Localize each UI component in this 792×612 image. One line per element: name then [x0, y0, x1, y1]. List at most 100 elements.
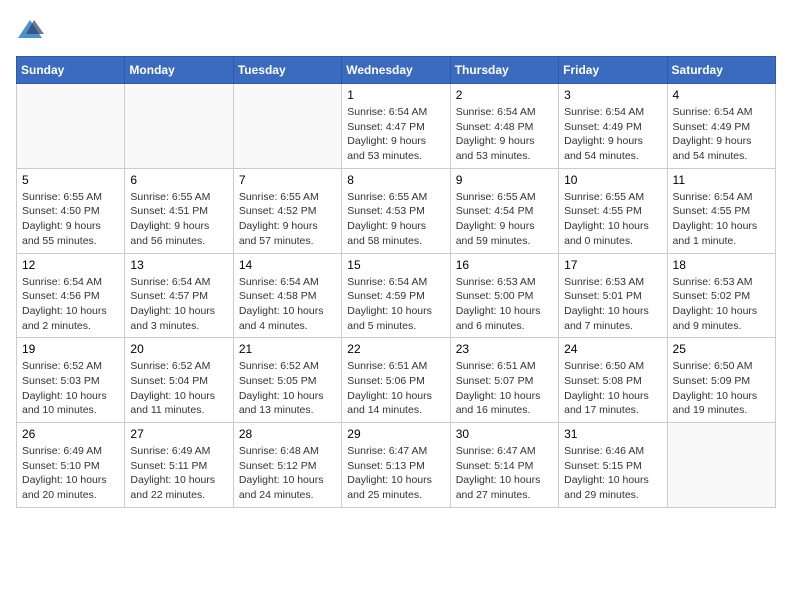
- day-info: Sunrise: 6:55 AM Sunset: 4:52 PM Dayligh…: [239, 190, 336, 249]
- day-info: Sunrise: 6:54 AM Sunset: 4:49 PM Dayligh…: [673, 105, 770, 164]
- calendar-week-row: 1Sunrise: 6:54 AM Sunset: 4:47 PM Daylig…: [17, 84, 776, 169]
- day-number: 8: [347, 173, 444, 187]
- calendar-cell: 2 Sunrise: 6:54 AM Sunset: 4:48 PM Daylig…: [450, 84, 558, 169]
- day-info: Sunrise: 6:48 AM Sunset: 5:12 PM Dayligh…: [239, 444, 336, 503]
- day-info: Sunrise: 6:51 AM Sunset: 5:06 PM Dayligh…: [347, 359, 444, 418]
- day-number: 6: [130, 173, 227, 187]
- day-info: Sunrise: 6:54 AM Sunset: 4:55 PM Dayligh…: [673, 190, 770, 249]
- calendar-day-header: Tuesday: [233, 57, 341, 84]
- calendar-week-row: 5 Sunrise: 6:55 AM Sunset: 4:50 PM Daylig…: [17, 168, 776, 253]
- day-info: Sunrise: 6:51 AM Sunset: 5:07 PM Dayligh…: [456, 359, 553, 418]
- calendar-cell: 22 Sunrise: 6:51 AM Sunset: 5:06 PM Dayli…: [342, 338, 450, 423]
- calendar-cell: 20 Sunrise: 6:52 AM Sunset: 5:04 PM Dayli…: [125, 338, 233, 423]
- calendar-cell: 15 Sunrise: 6:54 AM Sunset: 4:59 PM Dayli…: [342, 253, 450, 338]
- calendar-day-header: Sunday: [17, 57, 125, 84]
- day-number: 12: [22, 258, 119, 272]
- day-number: 9: [456, 173, 553, 187]
- calendar-cell: 16 Sunrise: 6:53 AM Sunset: 5:00 PM Dayli…: [450, 253, 558, 338]
- calendar-cell: 31Sunrise: 6:46 AM Sunset: 5:15 PM Dayli…: [559, 423, 667, 508]
- calendar-day-header: Saturday: [667, 57, 775, 84]
- day-info: Sunrise: 6:54 AM Sunset: 4:59 PM Dayligh…: [347, 275, 444, 334]
- day-info: Sunrise: 6:55 AM Sunset: 4:53 PM Dayligh…: [347, 190, 444, 249]
- day-info: Sunrise: 6:55 AM Sunset: 4:50 PM Dayligh…: [22, 190, 119, 249]
- calendar-cell: 21 Sunrise: 6:52 AM Sunset: 5:05 PM Dayli…: [233, 338, 341, 423]
- calendar-cell: [17, 84, 125, 169]
- day-number: 3: [564, 88, 661, 102]
- day-number: 16: [456, 258, 553, 272]
- calendar-week-row: 12 Sunrise: 6:54 AM Sunset: 4:56 PM Dayli…: [17, 253, 776, 338]
- calendar-cell: [233, 84, 341, 169]
- calendar-week-row: 26Sunrise: 6:49 AM Sunset: 5:10 PM Dayli…: [17, 423, 776, 508]
- calendar-cell: 30 Sunrise: 6:47 AM Sunset: 5:14 PM Dayli…: [450, 423, 558, 508]
- calendar-cell: 19 Sunrise: 6:52 AM Sunset: 5:03 PM Dayli…: [17, 338, 125, 423]
- day-info: Sunrise: 6:52 AM Sunset: 5:03 PM Dayligh…: [22, 359, 119, 418]
- day-info: Sunrise: 6:52 AM Sunset: 5:05 PM Dayligh…: [239, 359, 336, 418]
- day-number: 11: [673, 173, 770, 187]
- day-number: 24: [564, 342, 661, 356]
- calendar-cell: 25 Sunrise: 6:50 AM Sunset: 5:09 PM Dayli…: [667, 338, 775, 423]
- day-info: Sunrise: 6:53 AM Sunset: 5:00 PM Dayligh…: [456, 275, 553, 334]
- day-number: 26: [22, 427, 119, 441]
- day-info: Sunrise: 6:54 AM Sunset: 4:49 PM Dayligh…: [564, 105, 661, 164]
- calendar-cell: 7 Sunrise: 6:55 AM Sunset: 4:52 PM Daylig…: [233, 168, 341, 253]
- calendar-cell: 26Sunrise: 6:49 AM Sunset: 5:10 PM Dayli…: [17, 423, 125, 508]
- day-info: Sunrise: 6:50 AM Sunset: 5:09 PM Dayligh…: [673, 359, 770, 418]
- calendar-cell: 10 Sunrise: 6:55 AM Sunset: 4:55 PM Dayli…: [559, 168, 667, 253]
- day-number: 15: [347, 258, 444, 272]
- calendar-cell: 14 Sunrise: 6:54 AM Sunset: 4:58 PM Dayli…: [233, 253, 341, 338]
- calendar-cell: 27Sunrise: 6:49 AM Sunset: 5:11 PM Dayli…: [125, 423, 233, 508]
- day-number: 27: [130, 427, 227, 441]
- calendar-day-header: Friday: [559, 57, 667, 84]
- calendar-cell: [667, 423, 775, 508]
- day-number: 30: [456, 427, 553, 441]
- calendar-day-header: Wednesday: [342, 57, 450, 84]
- day-number: 22: [347, 342, 444, 356]
- day-info: Sunrise: 6:47 AM Sunset: 5:14 PM Dayligh…: [456, 444, 553, 503]
- calendar-cell: 11 Sunrise: 6:54 AM Sunset: 4:55 PM Dayli…: [667, 168, 775, 253]
- calendar-cell: 23 Sunrise: 6:51 AM Sunset: 5:07 PM Dayli…: [450, 338, 558, 423]
- day-info: Sunrise: 6:54 AM Sunset: 4:58 PM Dayligh…: [239, 275, 336, 334]
- calendar-cell: 18 Sunrise: 6:53 AM Sunset: 5:02 PM Dayli…: [667, 253, 775, 338]
- day-number: 2: [456, 88, 553, 102]
- day-number: 28: [239, 427, 336, 441]
- day-number: 29: [347, 427, 444, 441]
- day-number: 20: [130, 342, 227, 356]
- day-info: Sunrise: 6:55 AM Sunset: 4:51 PM Dayligh…: [130, 190, 227, 249]
- calendar-cell: 12 Sunrise: 6:54 AM Sunset: 4:56 PM Dayli…: [17, 253, 125, 338]
- day-number: 14: [239, 258, 336, 272]
- calendar-cell: 9 Sunrise: 6:55 AM Sunset: 4:54 PM Daylig…: [450, 168, 558, 253]
- calendar-cell: 28 Sunrise: 6:48 AM Sunset: 5:12 PM Dayli…: [233, 423, 341, 508]
- day-number: 13: [130, 258, 227, 272]
- day-info: Sunrise: 6:55 AM Sunset: 4:55 PM Dayligh…: [564, 190, 661, 249]
- calendar-cell: 3 Sunrise: 6:54 AM Sunset: 4:49 PM Daylig…: [559, 84, 667, 169]
- logo-icon: [16, 16, 44, 44]
- day-number: 25: [673, 342, 770, 356]
- calendar-cell: 17 Sunrise: 6:53 AM Sunset: 5:01 PM Dayli…: [559, 253, 667, 338]
- calendar-cell: 5 Sunrise: 6:55 AM Sunset: 4:50 PM Daylig…: [17, 168, 125, 253]
- day-number: 21: [239, 342, 336, 356]
- day-info: Sunrise: 6:54 AM Sunset: 4:56 PM Dayligh…: [22, 275, 119, 334]
- day-number: 17: [564, 258, 661, 272]
- calendar-table: SundayMondayTuesdayWednesdayThursdayFrid…: [16, 56, 776, 508]
- day-number: 10: [564, 173, 661, 187]
- calendar-cell: [125, 84, 233, 169]
- page-header: [16, 16, 776, 44]
- calendar-cell: 6 Sunrise: 6:55 AM Sunset: 4:51 PM Daylig…: [125, 168, 233, 253]
- day-number: 7: [239, 173, 336, 187]
- day-info: Sunrise: 6:50 AM Sunset: 5:08 PM Dayligh…: [564, 359, 661, 418]
- day-info: Sunrise: 6:52 AM Sunset: 5:04 PM Dayligh…: [130, 359, 227, 418]
- day-number: 31: [564, 427, 661, 441]
- day-number: 1: [347, 88, 444, 102]
- day-number: 4: [673, 88, 770, 102]
- day-info: Sunrise: 6:53 AM Sunset: 5:02 PM Dayligh…: [673, 275, 770, 334]
- day-number: 5: [22, 173, 119, 187]
- day-number: 19: [22, 342, 119, 356]
- day-info: Sunrise: 6:53 AM Sunset: 5:01 PM Dayligh…: [564, 275, 661, 334]
- day-number: 18: [673, 258, 770, 272]
- day-info: Sunrise: 6:54 AM Sunset: 4:48 PM Dayligh…: [456, 105, 553, 164]
- day-info: Sunrise: 6:55 AM Sunset: 4:54 PM Dayligh…: [456, 190, 553, 249]
- calendar-week-row: 19 Sunrise: 6:52 AM Sunset: 5:03 PM Dayli…: [17, 338, 776, 423]
- calendar-day-header: Thursday: [450, 57, 558, 84]
- day-number: 23: [456, 342, 553, 356]
- calendar-cell: 4 Sunrise: 6:54 AM Sunset: 4:49 PM Daylig…: [667, 84, 775, 169]
